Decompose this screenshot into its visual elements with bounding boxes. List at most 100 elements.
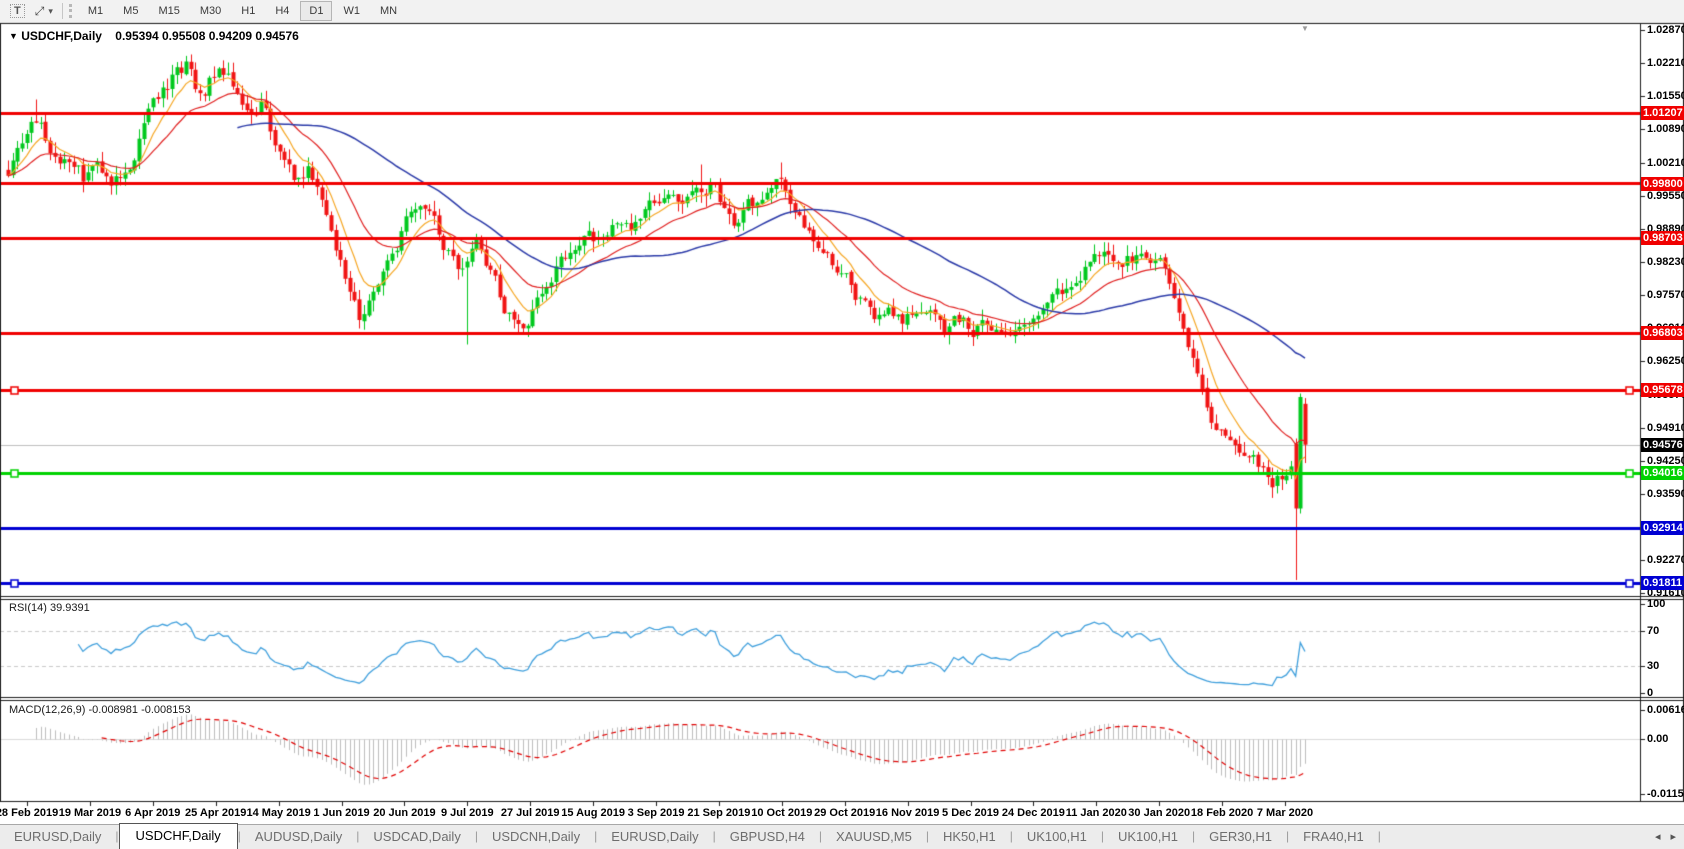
styler-tool-button[interactable]: ⤢ ▾ [30, 2, 58, 21]
price-axis-label: 0.97570 [1647, 289, 1684, 301]
rsi-axis-label: 0 [1647, 687, 1653, 699]
timeframe-w1[interactable]: W1 [334, 1, 369, 21]
tab-usdcad-daily[interactable]: USDCAD,Daily [359, 825, 474, 849]
date-axis-label: 20 Jun 2019 [373, 807, 435, 819]
timeframe-h1[interactable]: H1 [232, 1, 264, 21]
date-axis-label: 21 Sep 2019 [687, 807, 750, 819]
price-tag-0.98703: 0.98703 [1641, 231, 1684, 245]
price-axis-label: 1.00890 [1647, 123, 1684, 135]
date-axis-label: 7 Mar 2020 [1257, 807, 1313, 819]
macd-indicator-label: MACD(12,26,9) -0.008981 -0.008153 [9, 704, 191, 716]
tab-ger30-h1[interactable]: GER30,H1 [1195, 825, 1286, 849]
tab-xauusd-m5[interactable]: XAUUSD,M5 [822, 825, 926, 849]
price-axis-label: 0.93590 [1647, 488, 1684, 500]
macd-axis-label: 0.006167 [1647, 704, 1684, 716]
tab-uk100-h1[interactable]: UK100,H1 [1013, 825, 1101, 849]
price-axis-label: 0.94910 [1647, 422, 1684, 434]
toolbar: T ⤢ ▾ M1M5M15M30H1H4D1W1MN [0, 0, 1684, 23]
macd-name: MACD(12,26,9) [9, 704, 85, 716]
date-axis-label: 25 Apr 2019 [185, 807, 246, 819]
toolbar-separator [62, 3, 63, 19]
toolbar-grip [69, 4, 72, 18]
date-axis-label: 14 May 2019 [246, 807, 310, 819]
timeframe-mn[interactable]: MN [371, 1, 406, 21]
price-axis-label: 0.99550 [1647, 190, 1684, 202]
timeframe-m15[interactable]: M15 [149, 1, 188, 21]
chart-symbol-label: USDCHF,Daily [21, 29, 102, 43]
macd-axis-label: 0.00 [1647, 733, 1668, 745]
tab-fra40-h1[interactable]: FRA40,H1 [1289, 825, 1378, 849]
price-tag-1.01207: 1.01207 [1641, 106, 1684, 120]
price-axis-label: 1.02870 [1647, 24, 1684, 36]
tab-hk50-h1[interactable]: HK50,H1 [929, 825, 1010, 849]
tab-uk100-h1[interactable]: UK100,H1 [1104, 825, 1192, 849]
date-axis-label: 15 Aug 2019 [561, 807, 625, 819]
timeframe-m5[interactable]: M5 [114, 1, 147, 21]
chart-shift-end-marker-icon[interactable]: ▼ [1301, 24, 1309, 33]
date-axis-label: 1 Jun 2019 [313, 807, 369, 819]
rsi-name: RSI(14) [9, 602, 47, 614]
rsi-axis-label: 30 [1647, 660, 1659, 672]
current-price-tag: 0.94576 [1641, 438, 1684, 452]
chart-tabs: EURUSD,Daily|USDCHF,Daily|AUDUSD,Daily|U… [0, 825, 1381, 849]
timeframe-m30[interactable]: M30 [191, 1, 230, 21]
mt4-window: T ⤢ ▾ M1M5M15M30H1H4D1W1MN ▼ USDCHF,Dail… [0, 0, 1684, 849]
price-axis-label: 0.96250 [1647, 355, 1684, 367]
tabs-scroll-arrows: ◂▸ [1645, 830, 1676, 843]
date-axis-label: 30 Jan 2020 [1128, 807, 1190, 819]
styler-icon: ⤢ [35, 4, 45, 19]
timeframe-h4[interactable]: H4 [266, 1, 298, 21]
date-axis-label: 10 Oct 2019 [751, 807, 812, 819]
price-tag-0.99800: 0.99800 [1641, 177, 1684, 191]
date-axis-label: 6 Apr 2019 [125, 807, 180, 819]
rsi-indicator-label: RSI(14) 39.9391 [9, 602, 90, 614]
rsi-value: 39.9391 [50, 602, 90, 614]
rsi-axis-label: 70 [1647, 625, 1659, 637]
text-label-tool-button[interactable]: T [5, 2, 30, 21]
chart-canvas[interactable] [0, 0, 1684, 849]
tab-usdchf-daily[interactable]: USDCHF,Daily [119, 823, 238, 849]
price-tag-0.94016: 0.94016 [1641, 466, 1684, 480]
date-axis-label: 5 Dec 2019 [942, 807, 999, 819]
tabs-scroll-right-icon[interactable]: ▸ [1670, 831, 1676, 843]
price-axis-label: 1.00210 [1647, 157, 1684, 169]
price-tag-0.95678: 0.95678 [1641, 383, 1684, 397]
tab-eurusd-daily[interactable]: EURUSD,Daily [597, 825, 712, 849]
macd-value-main: -0.008981 [88, 704, 138, 716]
timeframe-button-group: M1M5M15M30H1H4D1W1MN [78, 1, 407, 21]
date-axis-label: 9 Jul 2019 [441, 807, 494, 819]
chart-title: ▼ USDCHF,Daily 0.95394 0.95508 0.94209 0… [9, 29, 299, 43]
macd-value-signal: -0.008153 [141, 704, 191, 716]
dropdown-caret-icon: ▾ [48, 6, 53, 17]
price-tag-0.92914: 0.92914 [1641, 521, 1684, 535]
date-axis-label: 29 Oct 2019 [814, 807, 875, 819]
date-axis-label: 16 Nov 2019 [876, 807, 940, 819]
macd-axis-label: -0.011531 [1647, 788, 1684, 800]
date-axis-label: 19 Mar 2019 [59, 807, 121, 819]
price-tag-0.96803: 0.96803 [1641, 326, 1684, 340]
date-axis-label: 28 Feb 2019 [0, 807, 58, 819]
timeframe-m1[interactable]: M1 [79, 1, 112, 21]
date-axis-label: 18 Feb 2020 [1191, 807, 1253, 819]
date-axis-label: 11 Jan 2020 [1066, 807, 1127, 819]
title-dropdown-icon[interactable]: ▼ [9, 31, 18, 41]
timeframe-d1[interactable]: D1 [300, 1, 332, 21]
chart-ohlc-values: 0.95394 0.95508 0.94209 0.94576 [115, 29, 299, 43]
tab-usdcnh-daily[interactable]: USDCNH,Daily [478, 825, 594, 849]
text-tool-icon: T [10, 4, 25, 18]
tab-audusd-daily[interactable]: AUDUSD,Daily [241, 825, 356, 849]
price-axis-label: 1.02210 [1647, 57, 1684, 69]
tabs-scroll-left-icon[interactable]: ◂ [1655, 831, 1661, 843]
date-axis-label: 3 Sep 2019 [628, 807, 685, 819]
tab-eurusd-daily[interactable]: EURUSD,Daily [0, 825, 115, 849]
tab-separator: | [1378, 829, 1381, 849]
rsi-axis-label: 100 [1647, 598, 1665, 610]
tab-gbpusd-h4[interactable]: GBPUSD,H4 [716, 825, 819, 849]
tab-bar: EURUSD,Daily|USDCHF,Daily|AUDUSD,Daily|U… [0, 824, 1684, 849]
date-axis-label: 24 Dec 2019 [1002, 807, 1065, 819]
date-axis-label: 27 Jul 2019 [501, 807, 560, 819]
price-axis-label: 0.92270 [1647, 554, 1684, 566]
price-axis-label: 0.98230 [1647, 256, 1684, 268]
price-tag-0.91811: 0.91811 [1641, 576, 1684, 590]
price-axis-label: 1.01550 [1647, 90, 1684, 102]
